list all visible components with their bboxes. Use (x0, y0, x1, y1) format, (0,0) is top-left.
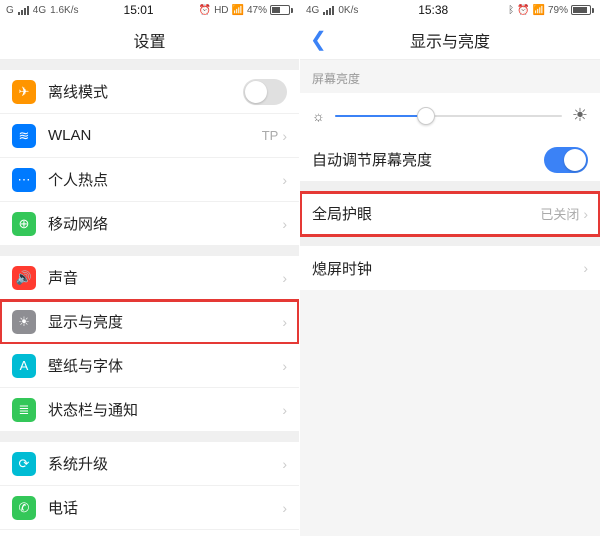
settings-row-account-sync[interactable]: ☁帐户与同步› (0, 530, 299, 536)
chevron-right-icon: › (282, 358, 287, 374)
network-label: 4G (33, 5, 46, 16)
page-title: 设置 (133, 28, 165, 52)
row-label: 移动网络 (48, 213, 282, 234)
brightness-high-icon: ☀ (572, 105, 588, 126)
chevron-right-icon: › (282, 500, 287, 516)
settings-row-sound[interactable]: 🔊 声音› (0, 256, 299, 300)
chevron-right-icon: › (282, 402, 287, 418)
row-label: 电话 (48, 497, 282, 518)
hd-icon: HD (214, 5, 228, 16)
phone-icon: ✆ (12, 496, 36, 520)
settings-screen: G 4G 1.6K/s 15:01 ⏰ HD 📶 47% 设置 ✈ 离线模式 ≋ WL… (0, 0, 300, 536)
mobile-network-icon: ⊕ (12, 212, 36, 236)
eye-protect-label: 全局护眼 (312, 203, 540, 224)
settings-row-phone[interactable]: ✆ 电话› (0, 486, 299, 530)
chevron-right-icon: › (583, 206, 588, 222)
display-icon: ☀ (12, 310, 36, 334)
settings-row-wlan[interactable]: ≋ WLANTP› (0, 114, 299, 158)
row-label: 系统升级 (48, 453, 282, 474)
battery-icon (571, 5, 594, 15)
brightness-low-icon: ☼ (312, 108, 325, 124)
chevron-right-icon: › (583, 260, 588, 276)
auto-brightness-row[interactable]: 自动调节屏幕亮度 (300, 138, 600, 182)
brightness-slider-row: ☼ ☀ (300, 93, 600, 138)
header: 设置 (0, 20, 299, 60)
settings-row-airplane[interactable]: ✈ 离线模式 (0, 70, 299, 114)
page-title: 显示与亮度 (410, 28, 490, 52)
signal-icon (18, 6, 29, 15)
sleep-clock-row[interactable]: 熄屏时钟 › (300, 246, 600, 290)
airplane-icon: ✈ (12, 80, 36, 104)
chevron-right-icon: › (282, 270, 287, 286)
signal-icon (323, 6, 334, 15)
alarm-icon: ⏰ (517, 5, 529, 16)
settings-row-mobile-network[interactable]: ⊕ 移动网络› (0, 202, 299, 246)
settings-row-wallpaper[interactable]: A 壁纸与字体› (0, 344, 299, 388)
speed-label: 1.6K/s (50, 5, 78, 16)
battery-pct: 79% (548, 5, 568, 16)
auto-brightness-label: 自动调节屏幕亮度 (312, 149, 544, 170)
wlan-icon: ≋ (12, 124, 36, 148)
wifi-icon: 📶 (533, 5, 545, 16)
chevron-right-icon: › (282, 216, 287, 232)
wallpaper-icon: A (12, 354, 36, 378)
chevron-right-icon: › (282, 314, 287, 330)
eye-protect-row[interactable]: 全局护眼 已关闭 › (300, 192, 600, 236)
auto-brightness-toggle[interactable] (544, 147, 588, 173)
back-button[interactable]: ❮ (310, 30, 327, 50)
speed-label: 0K/s (338, 5, 358, 16)
chevron-right-icon: › (282, 172, 287, 188)
brightness-slider[interactable] (335, 115, 562, 117)
clock-label: 15:01 (78, 3, 198, 17)
row-label: 声音 (48, 267, 282, 288)
chevron-right-icon: › (282, 456, 287, 472)
wifi-icon: 📶 (232, 5, 244, 16)
section-brightness-label: 屏幕亮度 (300, 60, 600, 93)
clock-label: 15:38 (358, 3, 508, 17)
row-label: 壁纸与字体 (48, 355, 282, 376)
bluetooth-icon: ᛒ (508, 5, 514, 16)
alarm-icon: ⏰ (199, 5, 211, 16)
eye-protect-value: 已关闭 (540, 204, 579, 223)
status-bar: 4G 0K/s 15:38 ᛒ ⏰ 📶 79% (300, 0, 600, 20)
row-value: TP (262, 128, 279, 143)
carrier-label: G (6, 5, 14, 16)
settings-row-notification[interactable]: ≣ 状态栏与通知› (0, 388, 299, 432)
battery-pct: 47% (247, 5, 267, 16)
toggle[interactable] (243, 79, 287, 105)
settings-row-display[interactable]: ☀ 显示与亮度› (0, 300, 299, 344)
network-label: 4G (306, 5, 319, 16)
row-label: 个人热点 (48, 169, 282, 190)
battery-icon (270, 5, 293, 15)
sound-icon: 🔊 (12, 266, 36, 290)
row-label: 离线模式 (48, 81, 243, 102)
settings-row-system-update[interactable]: ⟳ 系统升级› (0, 442, 299, 486)
row-label: 状态栏与通知 (48, 399, 282, 420)
system-update-icon: ⟳ (12, 452, 36, 476)
settings-row-hotspot[interactable]: ⋯ 个人热点› (0, 158, 299, 202)
notification-icon: ≣ (12, 398, 36, 422)
sleep-clock-label: 熄屏时钟 (312, 258, 583, 279)
chevron-right-icon: › (282, 128, 287, 144)
display-brightness-screen: 4G 0K/s 15:38 ᛒ ⏰ 📶 79% ❮ 显示与亮度 屏幕亮度 ☼ (300, 0, 600, 536)
row-label: 显示与亮度 (48, 311, 282, 332)
row-label: WLAN (48, 127, 262, 144)
status-bar: G 4G 1.6K/s 15:01 ⏰ HD 📶 47% (0, 0, 299, 20)
header: ❮ 显示与亮度 (300, 20, 600, 60)
hotspot-icon: ⋯ (12, 168, 36, 192)
